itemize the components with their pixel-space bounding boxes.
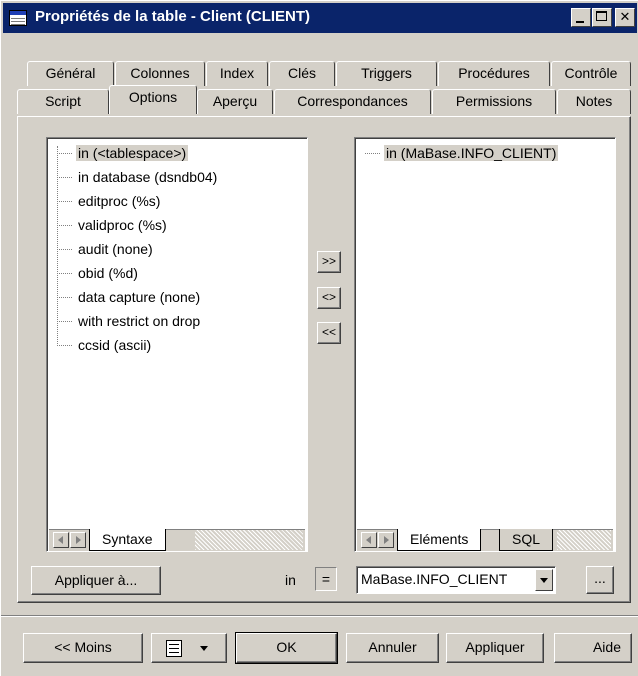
syntax-sheet-bar: Syntaxe (49, 529, 305, 551)
tab-triggers[interactable]: Triggers (336, 61, 437, 86)
list-options-button[interactable] (151, 633, 227, 663)
chevron-down-icon (200, 646, 208, 651)
sheet-tab-elements[interactable]: Eléments (397, 529, 482, 551)
less-button[interactable]: << Moins (23, 633, 143, 663)
tab-procedures[interactable]: Procédures (438, 61, 550, 86)
scroll-left-icon[interactable] (53, 532, 69, 548)
syntax-item[interactable]: data capture (none) (57, 286, 202, 308)
table-icon (9, 10, 27, 26)
sheet-tab-sql[interactable]: SQL (499, 529, 554, 551)
tab-options[interactable]: Options (109, 85, 197, 114)
scroll-right-icon[interactable] (378, 532, 394, 548)
tab-general[interactable]: Général (27, 61, 114, 86)
syntax-item[interactable]: ccsid (ascii) (57, 334, 153, 356)
help-button[interactable]: Aide (554, 633, 632, 663)
sheet-hatch (195, 530, 303, 550)
footer-separator (1, 615, 638, 617)
tab-colonnes[interactable]: Colonnes (115, 61, 205, 86)
tab-apercu[interactable]: Aperçu (197, 89, 273, 114)
more-options-button[interactable]: ... (586, 566, 614, 594)
apply-button[interactable]: Appliquer (446, 633, 544, 663)
element-item[interactable]: in (MaBase.INFO_CLIENT) (365, 142, 559, 164)
title-bar[interactable]: Propriétés de la table - Client (CLIENT)… (3, 3, 637, 33)
param-value-combo[interactable]: MaBase.INFO_CLIENT (356, 566, 556, 594)
edit-element-button[interactable]: <> (317, 287, 341, 309)
syntax-list[interactable]: in (<tablespace>) in database (dsndb04) … (46, 137, 308, 552)
syntax-item[interactable]: editproc (%s) (57, 190, 162, 212)
maximize-button[interactable] (592, 8, 612, 27)
window-title: Propriétés de la table - Client (CLIENT) (35, 8, 311, 25)
syntax-item[interactable]: obid (%d) (57, 262, 140, 284)
remove-element-button[interactable]: << (317, 322, 341, 344)
sheet-hatch (557, 530, 611, 550)
tab-controle[interactable]: Contrôle (551, 61, 631, 86)
ok-button[interactable]: OK (235, 632, 338, 664)
syntax-item[interactable]: audit (none) (57, 238, 155, 260)
close-icon: ✕ (619, 10, 631, 25)
tab-correspondances[interactable]: Correspondances (274, 89, 431, 114)
param-name-label: in (285, 572, 296, 588)
list-icon (166, 640, 182, 657)
param-value: MaBase.INFO_CLIENT (361, 571, 508, 587)
tab-notes[interactable]: Notes (557, 89, 631, 114)
operator-box: = (315, 567, 337, 591)
tab-permissions[interactable]: Permissions (432, 89, 556, 114)
scroll-right-icon[interactable] (70, 532, 86, 548)
tab-index[interactable]: Index (206, 61, 268, 86)
chevron-down-icon[interactable] (535, 569, 553, 591)
cancel-button[interactable]: Annuler (346, 633, 439, 663)
maximize-icon (596, 11, 607, 21)
add-element-button[interactable]: >> (317, 251, 341, 273)
syntax-item[interactable]: with restrict on drop (57, 310, 202, 332)
table-properties-dialog: Propriétés de la table - Client (CLIENT)… (0, 0, 638, 676)
elements-list[interactable]: in (MaBase.INFO_CLIENT) Eléments SQL (354, 137, 616, 552)
tab-script[interactable]: Script (17, 89, 109, 114)
tab-cles[interactable]: Clés (269, 61, 335, 86)
elements-sheet-bar: Eléments SQL (357, 529, 613, 551)
sheet-tab-syntaxe[interactable]: Syntaxe (89, 529, 166, 551)
close-button[interactable]: ✕ (615, 8, 635, 27)
minimize-icon (576, 21, 584, 23)
syntax-item[interactable]: in database (dsndb04) (57, 166, 219, 188)
syntax-item[interactable]: validproc (%s) (57, 214, 169, 236)
scroll-left-icon[interactable] (361, 532, 377, 548)
apply-to-button[interactable]: Appliquer à... (31, 566, 161, 595)
syntax-item[interactable]: in (<tablespace>) (57, 142, 189, 164)
minimize-button[interactable] (571, 8, 591, 27)
